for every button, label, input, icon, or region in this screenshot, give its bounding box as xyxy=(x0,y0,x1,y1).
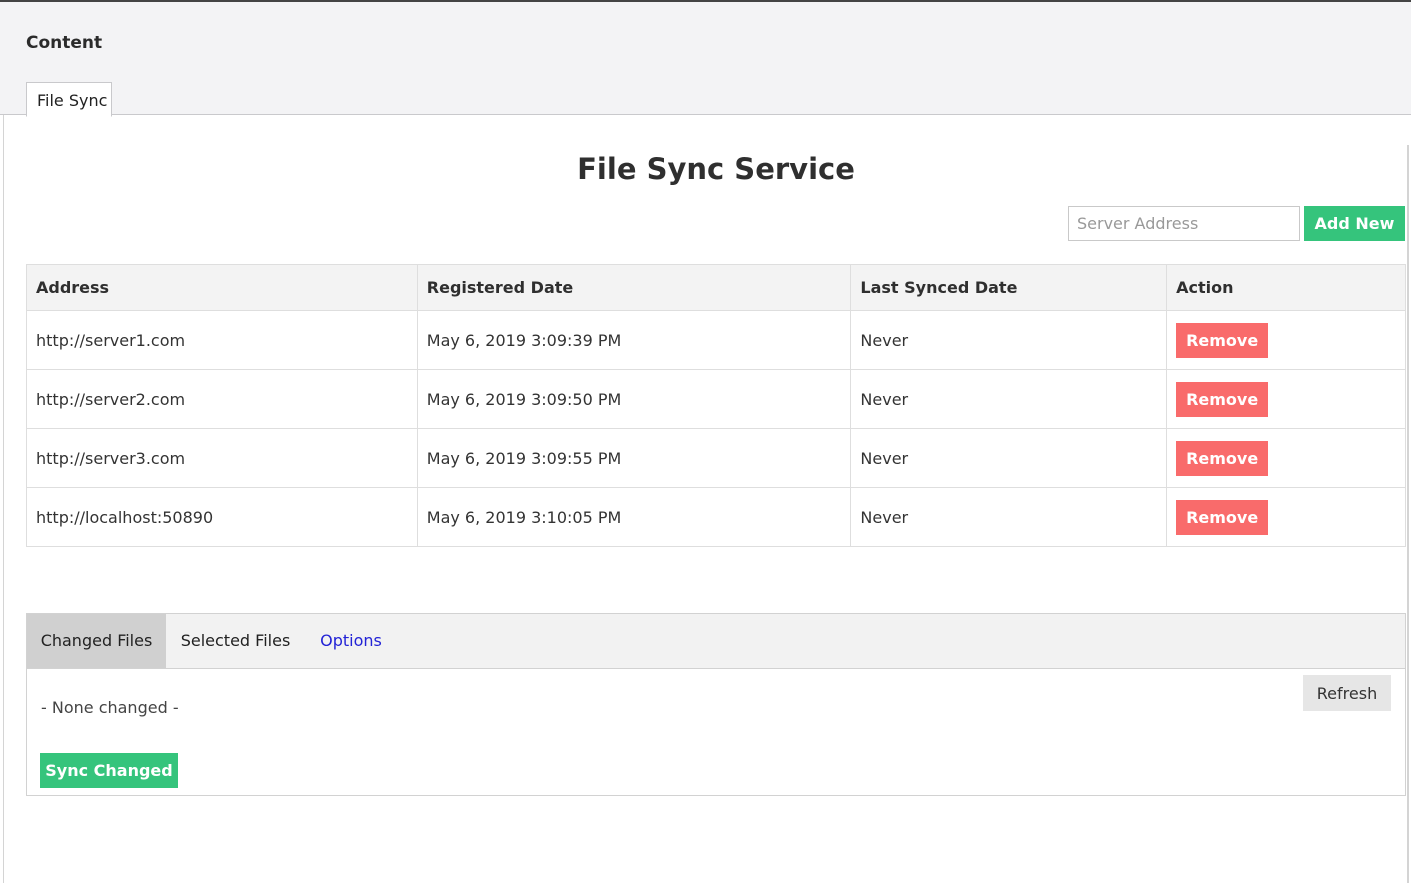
last-synced-date: Never xyxy=(850,487,1168,547)
column-header-registered-date: Registered Date xyxy=(416,264,852,311)
server-address: http://server3.com xyxy=(26,428,418,488)
header-title: Content xyxy=(26,33,103,53)
server-address: http://localhost:50890 xyxy=(26,487,418,547)
registered-date: May 6, 2019 3:09:39 PM xyxy=(416,310,852,370)
column-header-last-synced-date: Last Synced Date xyxy=(850,264,1168,311)
tab-file-sync[interactable]: File Sync xyxy=(26,82,112,117)
tab-selected-files[interactable]: Selected Files xyxy=(166,614,305,668)
tab-changed-files[interactable]: Changed Files xyxy=(27,614,166,668)
scrollbar-track[interactable] xyxy=(1407,145,1409,883)
table-row: http://server2.com May 6, 2019 3:09:50 P… xyxy=(26,369,1406,429)
remove-button[interactable]: Remove xyxy=(1176,499,1269,535)
table-row: http://localhost:50890 May 6, 2019 3:10:… xyxy=(26,487,1406,547)
server-address: http://server1.com xyxy=(26,310,418,370)
last-synced-date: Never xyxy=(850,369,1168,429)
last-synced-date: Never xyxy=(850,428,1168,488)
table-row: http://server1.com May 6, 2019 3:09:39 P… xyxy=(26,310,1406,370)
registered-date: May 6, 2019 3:09:50 PM xyxy=(416,369,852,429)
action-cell: Remove xyxy=(1166,487,1406,547)
registered-date: May 6, 2019 3:09:55 PM xyxy=(416,428,852,488)
remove-button[interactable]: Remove xyxy=(1176,322,1269,358)
registered-date: May 6, 2019 3:10:05 PM xyxy=(416,487,852,547)
servers-table: Address Registered Date Last Synced Date… xyxy=(26,264,1406,547)
add-new-button[interactable]: Add New xyxy=(1304,206,1405,241)
server-address: http://server2.com xyxy=(26,369,418,429)
action-cell: Remove xyxy=(1166,369,1406,429)
remove-button[interactable]: Remove xyxy=(1176,381,1269,417)
empty-state-text: - None changed - xyxy=(41,698,179,717)
files-tab-bar: Changed Files Selected Files Options xyxy=(27,614,1405,669)
table-header-row: Address Registered Date Last Synced Date… xyxy=(26,264,1406,311)
sync-changed-button[interactable]: Sync Changed xyxy=(40,753,178,788)
page-title: File Sync Service xyxy=(577,152,855,186)
tab-options[interactable]: Options xyxy=(305,614,397,668)
table-row: http://server3.com May 6, 2019 3:09:55 P… xyxy=(26,428,1406,488)
left-divider xyxy=(3,115,4,883)
column-header-action: Action xyxy=(1166,264,1406,311)
column-header-address: Address xyxy=(26,264,418,311)
last-synced-date: Never xyxy=(850,310,1168,370)
refresh-button[interactable]: Refresh xyxy=(1303,675,1391,711)
files-panel: Changed Files Selected Files Options - N… xyxy=(26,613,1406,796)
action-cell: Remove xyxy=(1166,310,1406,370)
action-cell: Remove xyxy=(1166,428,1406,488)
remove-button[interactable]: Remove xyxy=(1176,440,1269,476)
server-address-input[interactable] xyxy=(1068,206,1300,241)
content-header: Content File Sync xyxy=(0,2,1411,117)
